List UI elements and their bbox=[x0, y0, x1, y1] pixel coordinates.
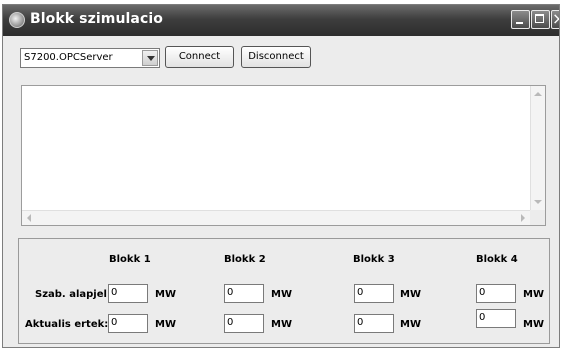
minimize-button[interactable] bbox=[511, 10, 530, 29]
app-icon bbox=[9, 12, 25, 28]
unit-label: MW bbox=[400, 289, 421, 300]
unit-label: MW bbox=[155, 289, 176, 300]
unit-label: MW bbox=[523, 319, 544, 330]
vertical-scrollbar[interactable] bbox=[530, 86, 545, 210]
scroll-left-icon[interactable] bbox=[22, 211, 37, 225]
setpoint-field-3[interactable]: 0 bbox=[354, 284, 394, 303]
actual-field-1[interactable]: 0 bbox=[108, 314, 148, 333]
actual-value-label: Aktualis ertek: bbox=[25, 319, 109, 330]
setpoint-label: Szab. alapjel: bbox=[35, 289, 111, 300]
header-blokk-2: Blokk 2 bbox=[224, 254, 266, 265]
actual-field-3[interactable]: 0 bbox=[354, 314, 394, 333]
actual-field-4[interactable]: 0 bbox=[476, 309, 516, 328]
close-icon: × bbox=[552, 9, 559, 29]
header-blokk-4: Blokk 4 bbox=[476, 254, 518, 265]
connect-button[interactable]: Connect bbox=[165, 46, 234, 68]
header-blokk-1: Blokk 1 bbox=[109, 254, 151, 265]
horizontal-scrollbar[interactable] bbox=[22, 210, 530, 225]
log-textarea[interactable] bbox=[21, 85, 546, 226]
unit-label: MW bbox=[155, 319, 176, 330]
server-select-value: S7200.OPCServer bbox=[24, 52, 113, 63]
server-select[interactable]: S7200.OPCServer bbox=[20, 48, 160, 68]
chevron-down-icon[interactable] bbox=[142, 50, 158, 66]
setpoint-field-4[interactable]: 0 bbox=[476, 284, 516, 303]
setpoint-field-1[interactable]: 0 bbox=[108, 284, 148, 303]
scroll-up-icon[interactable] bbox=[531, 86, 545, 101]
close-button[interactable]: × bbox=[551, 9, 559, 29]
scrollbar-corner bbox=[530, 210, 545, 225]
app-window: Blokk szimulacio × S7200.OPCServer Conne… bbox=[2, 4, 560, 348]
actual-field-2[interactable]: 0 bbox=[224, 314, 264, 333]
scroll-down-icon[interactable] bbox=[531, 195, 545, 210]
title-bar[interactable]: Blokk szimulacio × bbox=[3, 5, 559, 36]
unit-label: MW bbox=[271, 289, 292, 300]
maximize-button[interactable] bbox=[531, 10, 550, 29]
unit-label: MW bbox=[271, 319, 292, 330]
scroll-right-icon[interactable] bbox=[515, 211, 530, 225]
header-blokk-3: Blokk 3 bbox=[353, 254, 395, 265]
disconnect-button[interactable]: Disconnect bbox=[241, 46, 311, 68]
unit-label: MW bbox=[400, 319, 421, 330]
setpoint-field-2[interactable]: 0 bbox=[224, 284, 264, 303]
unit-label: MW bbox=[523, 289, 544, 300]
window-title: Blokk szimulacio bbox=[30, 11, 163, 27]
